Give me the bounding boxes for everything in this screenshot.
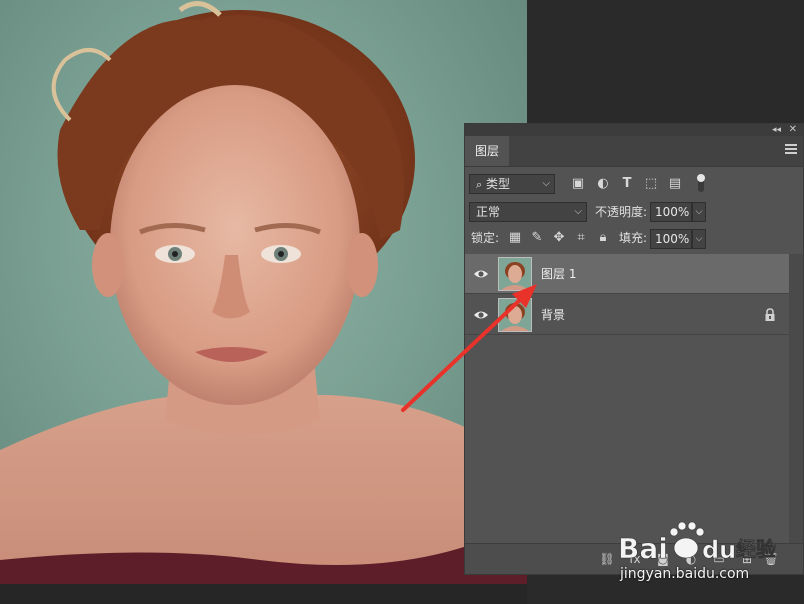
trash-icon[interactable]: 🗑︎ <box>763 551 779 567</box>
lock-row: 锁定: ▦ ✎ ✥ ⌗ 🔒︎ 填充: 100% ⌵ <box>465 228 803 250</box>
filter-row: ⌕ 类型 ⌵ ▣ ◐ T ⬚ ▤ <box>465 173 803 195</box>
fill-input[interactable]: 100% <box>650 229 692 249</box>
filter-toggle-icon[interactable] <box>693 173 709 192</box>
filter-type-value: 类型 <box>486 177 511 191</box>
add-layer-style-icon[interactable]: fx <box>627 551 643 567</box>
image-filter-icon[interactable]: ▣ <box>570 176 586 192</box>
search-icon: ⌕ <box>476 178 483 191</box>
layers-scrollbar[interactable] <box>789 254 803 546</box>
panel-tab-bar: 图层 <box>465 136 803 167</box>
fill-dropdown-toggle[interactable]: ⌵ <box>692 229 706 249</box>
panel-menu-icon[interactable] <box>785 144 797 156</box>
new-group-icon[interactable]: ▭ <box>711 551 727 567</box>
layer-row-layer1[interactable]: 图层 1 <box>465 254 789 294</box>
chevron-down-icon: ⌵ <box>574 206 582 217</box>
link-layers-icon[interactable]: ⛓︎ <box>599 551 615 567</box>
watermark-url: jingyan.baidu.com <box>620 566 750 582</box>
collapse-panel-icon[interactable]: ◂◂ <box>772 124 781 136</box>
new-layer-icon[interactable]: ⊞ <box>739 551 755 567</box>
tab-layers[interactable]: 图层 <box>465 136 509 166</box>
opacity-dropdown-toggle[interactable]: ⌵ <box>692 202 706 222</box>
opacity-label: 不透明度: <box>595 205 648 219</box>
panel-title-bar[interactable]: ◂◂ ✕ <box>465 124 803 136</box>
lock-transparent-pixels-icon[interactable]: ▦ <box>507 230 523 246</box>
fill-label: 填充: <box>619 231 648 245</box>
layer-name[interactable]: 背景 <box>541 306 565 324</box>
new-adjustment-layer-icon[interactable]: ◐ <box>683 551 699 567</box>
filter-type-dropdown[interactable]: ⌕ 类型 ⌵ <box>469 174 555 194</box>
blend-mode-dropdown[interactable]: 正常 ⌵ <box>469 202 587 222</box>
layer-name[interactable]: 图层 1 <box>541 265 576 283</box>
add-mask-icon[interactable]: ◙ <box>655 551 671 567</box>
layer-thumbnail <box>498 257 532 291</box>
adjustment-filter-icon[interactable]: ◐ <box>595 176 611 192</box>
close-icon[interactable]: ✕ <box>789 124 797 136</box>
lock-artboard-icon[interactable]: ⌗ <box>573 230 589 246</box>
chevron-down-icon: ⌵ <box>542 178 550 189</box>
layer-thumbnail <box>498 298 532 332</box>
layers-panel: ◂◂ ✕ 图层 ⌕ 类型 ⌵ ▣ ◐ T ⬚ ▤ 正常 ⌵ 不透明度: 100%… <box>464 123 804 575</box>
shape-filter-icon[interactable]: ⬚ <box>643 176 659 192</box>
lock-image-pixels-icon[interactable]: ✎ <box>529 230 545 246</box>
lock-label: 锁定: <box>471 231 500 245</box>
portrait-graphic <box>0 1 527 584</box>
status-bar <box>0 584 527 604</box>
blend-row: 正常 ⌵ 不透明度: 100% ⌵ <box>465 201 803 223</box>
smart-object-filter-icon[interactable]: ▤ <box>667 176 683 192</box>
type-filter-icon[interactable]: T <box>619 176 635 192</box>
lock-icon <box>765 308 775 321</box>
eye-icon[interactable] <box>473 266 489 282</box>
opacity-input[interactable]: 100% <box>650 202 692 222</box>
lock-position-icon[interactable]: ✥ <box>551 230 567 246</box>
blend-mode-value: 正常 <box>476 205 501 219</box>
canvas-image <box>0 0 527 584</box>
lock-all-icon[interactable]: 🔒︎ <box>595 230 611 246</box>
eye-icon[interactable] <box>473 307 489 323</box>
layer-row-background[interactable]: 背景 <box>465 295 789 335</box>
